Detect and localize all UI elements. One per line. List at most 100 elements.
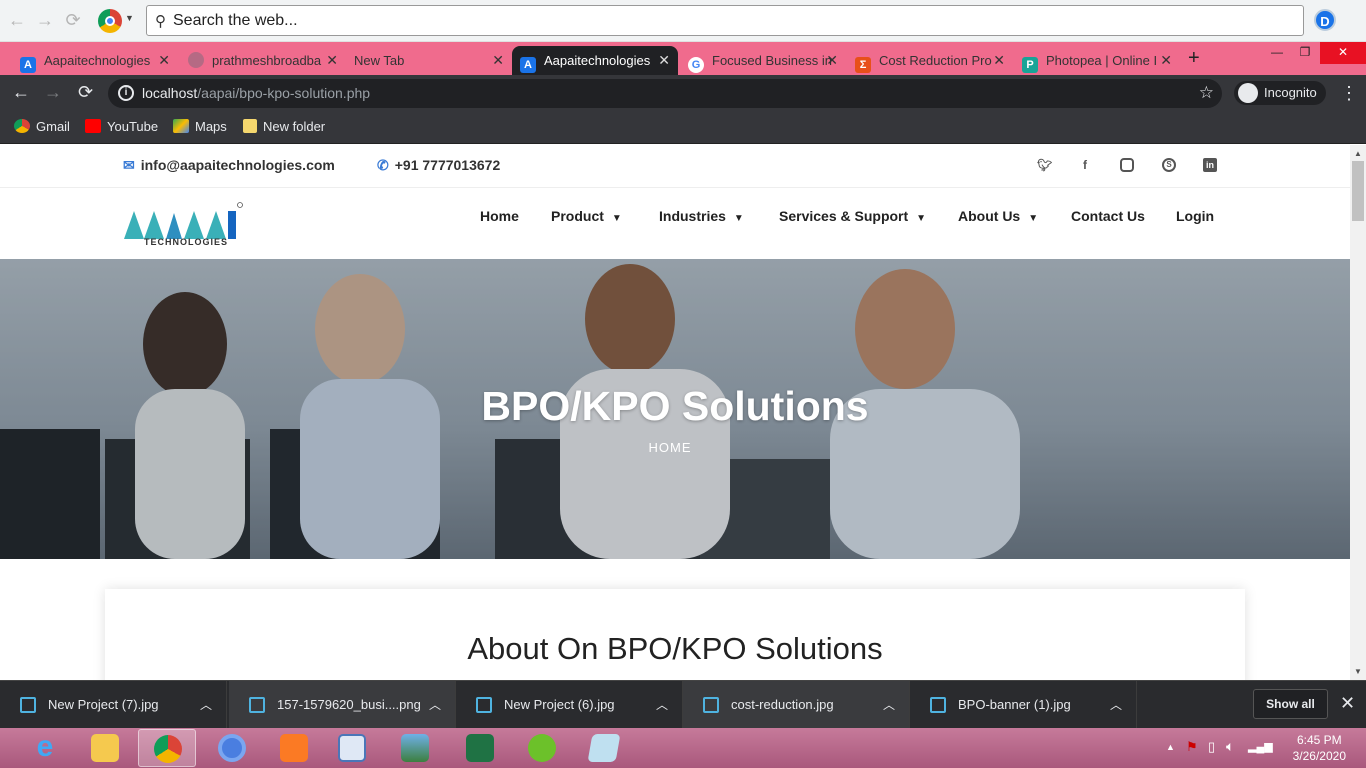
chromium-taskbar-icon[interactable] <box>203 729 261 767</box>
app-green-icon[interactable] <box>513 729 571 767</box>
close-icon[interactable]: ✕ <box>993 46 1005 75</box>
bookmark-label: Maps <box>195 119 227 134</box>
close-icon[interactable]: ✕ <box>1340 693 1355 714</box>
close-icon[interactable]: ✕ <box>1160 46 1172 75</box>
new-tab-button[interactable]: + <box>1188 47 1200 70</box>
close-icon[interactable]: ✕ <box>326 46 338 75</box>
facebook-icon[interactable]: f <box>1078 158 1092 172</box>
tab-cost-reduction[interactable]: Σ Cost Reduction Pro ✕ <box>847 46 1013 75</box>
nav-home[interactable]: Home <box>480 208 519 224</box>
nav-product[interactable]: Product ▼ <box>551 208 622 224</box>
nav-contact-us[interactable]: Contact Us <box>1071 208 1145 224</box>
reload-icon[interactable]: ⟳ <box>78 82 93 103</box>
bookmark-maps[interactable]: Maps <box>173 119 227 134</box>
forward-icon[interactable]: → <box>34 9 56 31</box>
network-signal-icon[interactable]: ▂▄▆ <box>1248 740 1273 753</box>
download-item[interactable]: cost-reduction.jpg ︿ <box>683 681 910 729</box>
show-all-button[interactable]: Show all <box>1253 689 1328 719</box>
internet-explorer-icon[interactable]: e <box>16 729 74 767</box>
linkedin-icon[interactable]: in <box>1203 158 1217 172</box>
tab-prathmeshbroadband[interactable]: prathmeshbroadba ✕ <box>180 46 346 75</box>
scroll-thumb[interactable] <box>1352 161 1364 221</box>
chevron-down-icon: ▼ <box>916 213 927 224</box>
tab-aapaitechnologies-active[interactable]: A Aapaitechnologies ✕ <box>512 46 678 75</box>
address-bar-row: ← → ⟳ i localhost/aapai/bpo-kpo-solution… <box>0 75 1366 112</box>
chevron-up-icon[interactable]: ︿ <box>1110 681 1122 729</box>
menu-icon[interactable]: ⋮ <box>1340 83 1358 104</box>
skype-icon[interactable]: S <box>1162 158 1176 172</box>
maximize-button[interactable]: ❐ <box>1290 42 1320 64</box>
phone-link[interactable]: ✆ +91 7777013672 <box>377 157 500 174</box>
download-item[interactable]: New Project (7).jpg ︿ <box>0 681 227 729</box>
scroll-down-icon[interactable]: ▼ <box>1354 667 1362 676</box>
twitter-icon[interactable]: 🐦︎ <box>1037 158 1052 172</box>
url-input[interactable]: i localhost/aapai/bpo-kpo-solution.php ☆ <box>108 79 1222 108</box>
forward-icon[interactable]: → <box>44 82 62 103</box>
nav-label: Login <box>1176 208 1215 224</box>
nav-label: Home <box>480 208 519 224</box>
profile-avatar[interactable]: D <box>1314 9 1336 31</box>
chevron-up-icon[interactable]: ︿ <box>883 681 895 729</box>
instagram-icon[interactable] <box>1120 158 1134 172</box>
chrome-logo-icon[interactable] <box>98 9 122 33</box>
bookmark-gmail[interactable]: Gmail <box>14 119 70 134</box>
system-clock[interactable]: 6:45 PM 3/26/2020 <box>1293 732 1346 764</box>
incognito-label: Incognito <box>1264 85 1317 100</box>
back-icon[interactable]: ← <box>12 82 30 103</box>
star-icon[interactable]: ☆ <box>1199 83 1214 103</box>
device-icon[interactable]: ▯ <box>1208 739 1215 755</box>
search-input[interactable]: ⚲ Search the web... <box>146 5 1304 36</box>
chevron-up-icon[interactable]: ︿ <box>656 681 668 729</box>
close-icon[interactable]: ✕ <box>158 46 170 75</box>
excel-icon[interactable] <box>451 729 509 767</box>
image-file-icon <box>249 697 265 713</box>
company-logo[interactable]: TECHNOLOGIES <box>122 201 246 251</box>
chevron-up-icon[interactable]: ︿ <box>200 681 212 729</box>
download-name: cost-reduction.jpg <box>731 697 834 712</box>
back-icon[interactable]: ← <box>6 9 28 31</box>
reload-icon[interactable]: ⟳ <box>62 9 84 31</box>
bookmark-new-folder[interactable]: New folder <box>243 119 325 134</box>
notepad-icon[interactable] <box>575 729 633 767</box>
download-item[interactable]: BPO-banner (1).jpg ︿ <box>910 681 1137 729</box>
nav-label: Industries <box>659 208 726 224</box>
info-icon[interactable]: i <box>118 85 134 101</box>
youtube-icon <box>85 119 101 133</box>
envelope-icon: ✉ <box>123 157 135 173</box>
chrome-taskbar-icon[interactable] <box>138 729 196 767</box>
tab-new-tab[interactable]: New Tab ✕ <box>346 46 512 75</box>
tab-aapaitechnologies-1[interactable]: A Aapaitechnologies ✕ <box>12 46 178 75</box>
photo-viewer-icon[interactable] <box>386 729 444 767</box>
breadcrumb-home[interactable]: HOME <box>0 440 1340 455</box>
close-icon[interactable]: ✕ <box>492 46 504 75</box>
tab-focused-business[interactable]: G Focused Business in ✕ <box>680 46 846 75</box>
window-close-button[interactable]: ✕ <box>1320 42 1366 64</box>
nav-industries[interactable]: Industries ▼ <box>659 208 744 224</box>
file-explorer-icon[interactable] <box>76 729 134 767</box>
nav-login[interactable]: Login <box>1176 208 1214 224</box>
tab-photopea[interactable]: P Photopea | Online I ✕ <box>1014 46 1180 75</box>
image-file-icon <box>930 697 946 713</box>
close-icon[interactable]: ✕ <box>658 46 670 75</box>
download-item[interactable]: 157-1579620_busi....png ︿ <box>229 681 456 729</box>
nav-about-us[interactable]: About Us ▼ <box>958 208 1038 224</box>
volume-icon[interactable]: 🔈︎ <box>1226 738 1234 755</box>
page-scrollbar[interactable]: ▲ ▼ <box>1350 145 1366 680</box>
tray-expand-icon[interactable]: ▲ <box>1166 742 1175 752</box>
minimize-button[interactable]: — <box>1262 42 1292 64</box>
close-icon[interactable]: ✕ <box>826 46 838 75</box>
wordpad-icon[interactable] <box>323 729 381 767</box>
email-link[interactable]: ✉ info@aapaitechnologies.com <box>123 157 335 174</box>
scroll-up-icon[interactable]: ▲ <box>1354 149 1362 158</box>
download-item[interactable]: New Project (6).jpg ︿ <box>456 681 683 729</box>
incognito-badge[interactable]: Incognito <box>1234 81 1326 105</box>
windows-taskbar: e ▲ ⚑ ▯ 🔈︎ ▂▄▆ 6:45 PM 3/26/2020 <box>0 728 1366 768</box>
search-icon: ⚲ <box>155 13 166 30</box>
chevron-up-icon[interactable]: ︿ <box>429 681 441 729</box>
nav-services-support[interactable]: Services & Support ▼ <box>779 208 926 224</box>
xampp-icon[interactable] <box>265 729 323 767</box>
action-center-flag-icon[interactable]: ⚑ <box>1186 739 1198 755</box>
chevron-down-icon[interactable]: ▼ <box>125 13 134 23</box>
image-file-icon <box>703 697 719 713</box>
bookmark-youtube[interactable]: YouTube <box>85 119 158 134</box>
